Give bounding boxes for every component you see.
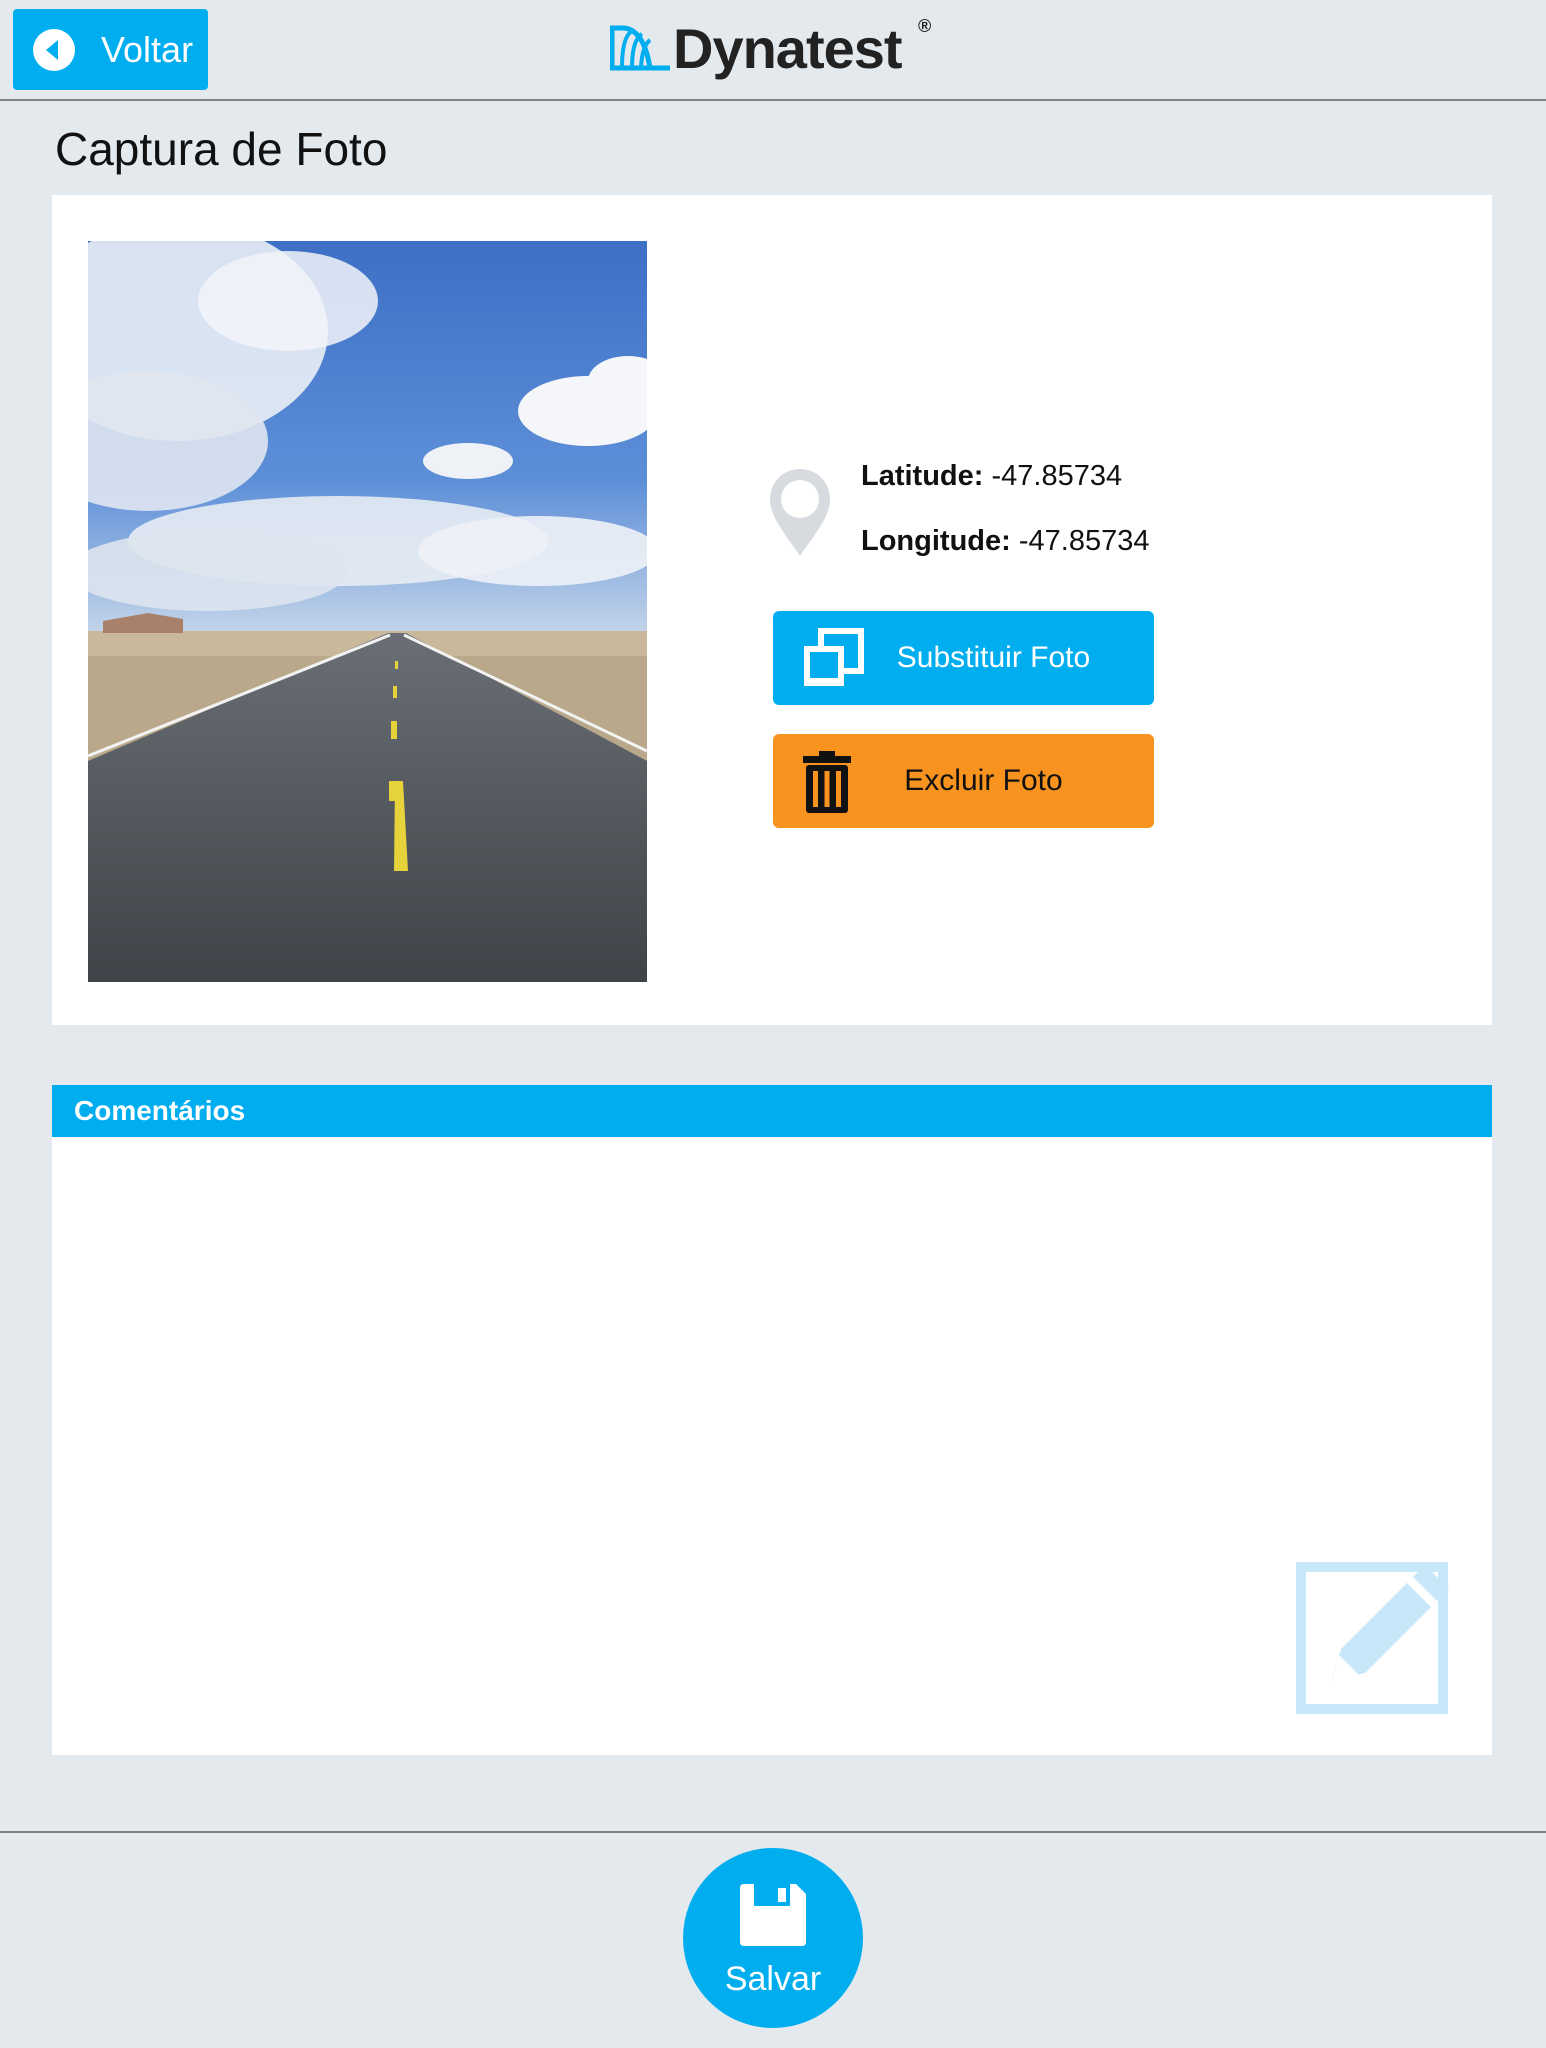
back-button-label: Voltar [101, 29, 194, 70]
replace-photo-label: Substituir Foto [896, 641, 1091, 674]
geo-location: Latitude: -47.85734 Longitude: -47.85734 [767, 460, 1187, 570]
longitude-row: Longitude: -47.85734 [861, 525, 1149, 558]
back-button[interactable]: Voltar [13, 9, 208, 90]
back-arrow-icon [33, 29, 75, 71]
save-label: Salvar [724, 1960, 822, 1998]
latitude-value: -47.85734 [991, 460, 1123, 492]
location-pin-icon [770, 469, 830, 556]
photo-card: Latitude: -47.85734 Longitude: -47.85734… [52, 195, 1492, 1025]
logo-text: Dynatest [673, 17, 903, 80]
dynatest-logo: Dynatest ® [610, 14, 940, 84]
longitude-label: Longitude: [861, 525, 1011, 557]
delete-photo-button[interactable]: Excluir Foto [773, 734, 1154, 828]
page-title: Captura de Foto [55, 123, 388, 175]
comments-input[interactable] [52, 1137, 1492, 1755]
longitude-value: -47.85734 [1018, 525, 1150, 557]
latitude-label: Latitude: [861, 460, 984, 492]
latitude-row: Latitude: -47.85734 [861, 460, 1122, 493]
road-photo [88, 241, 647, 982]
save-icon [740, 1884, 806, 1946]
edit-icon[interactable] [1295, 1555, 1460, 1720]
logo-registered-mark: ® [918, 16, 932, 36]
dynatest-logo-mark-icon [610, 25, 670, 71]
replace-photo-button[interactable]: Substituir Foto [773, 611, 1154, 705]
comments-card: Comentários [52, 1085, 1492, 1755]
top-bar: Voltar Dynatest ® [0, 0, 1546, 101]
comments-header: Comentários [52, 1085, 1492, 1137]
footer-divider [0, 1831, 1546, 1833]
save-button[interactable]: Salvar [683, 1848, 863, 2028]
delete-photo-label: Excluir Foto [904, 764, 1063, 797]
